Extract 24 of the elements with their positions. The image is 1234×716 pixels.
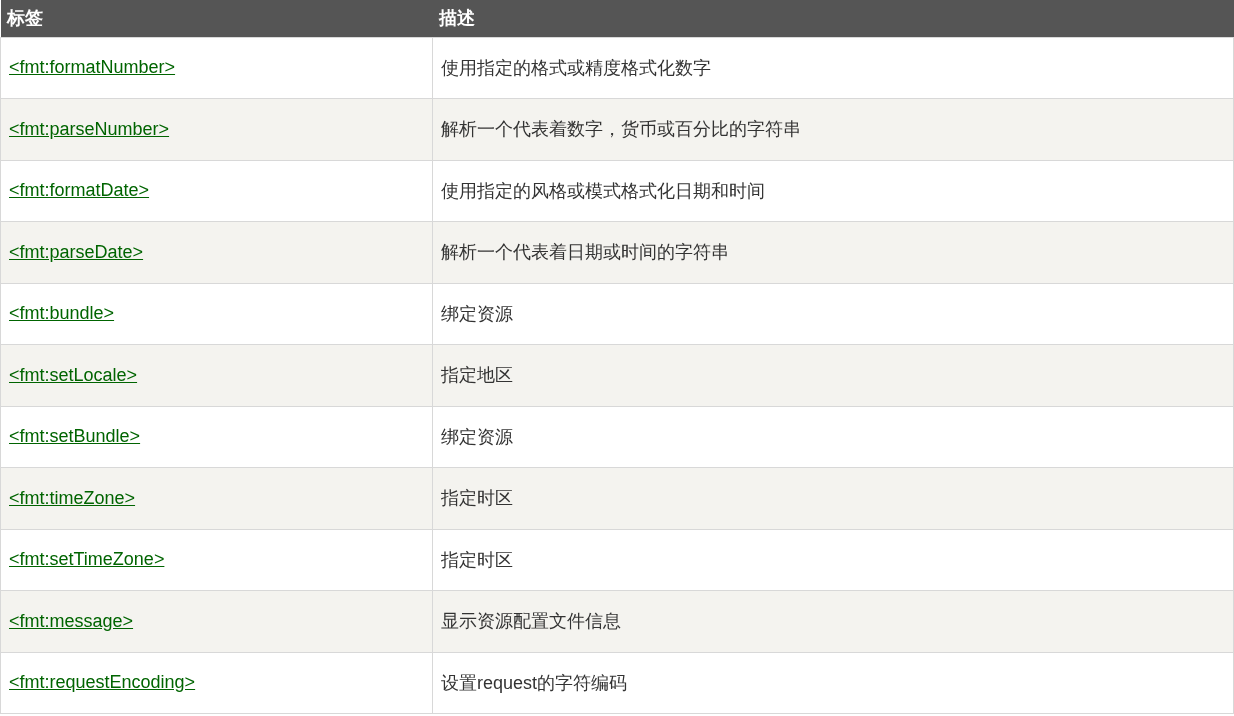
table-cell: 显示资源配置文件信息 <box>441 611 621 632</box>
tag-link[interactable]: <fmt:parseNumber> <box>9 118 170 139</box>
table-cell: 解析一个代表着数字，货币或百分比的字符串 <box>441 119 801 140</box>
tag-link[interactable]: <fmt:message> <box>9 610 134 631</box>
column-header: 标签 <box>6 8 43 29</box>
tag-link[interactable]: <fmt:bundle> <box>9 303 115 324</box>
tag-link[interactable]: <fmt:formatNumber> <box>9 57 176 78</box>
tag-link[interactable]: <fmt:formatDate> <box>9 180 150 201</box>
tag-link[interactable]: <fmt:timeZone> <box>9 487 136 508</box>
tag-link[interactable]: <fmt:setTimeZone> <box>9 549 165 570</box>
tag-link[interactable]: <fmt:setBundle> <box>9 426 141 447</box>
table-cell: 绑定资源 <box>441 303 513 324</box>
table-cell: 绑定资源 <box>441 426 513 447</box>
column-header: 描述 <box>438 8 475 29</box>
table-cell: 使用指定的风格或模式格式化日期和时间 <box>441 180 765 201</box>
tag-link[interactable]: <fmt:requestEncoding> <box>9 672 196 693</box>
table-cell: 解析一个代表着日期或时间的字符串 <box>441 242 729 263</box>
table-cell: 使用指定的格式或精度格式化数字 <box>441 57 711 78</box>
table-cell: 指定时区 <box>441 488 513 509</box>
table-cell: 指定地区 <box>441 365 513 386</box>
tag-link[interactable]: <fmt:parseDate> <box>9 241 144 262</box>
tag-link[interactable]: <fmt:setLocale> <box>9 364 138 385</box>
table-cell: 指定时区 <box>441 549 513 570</box>
table-cell: 设置request的字符编码 <box>441 672 628 693</box>
